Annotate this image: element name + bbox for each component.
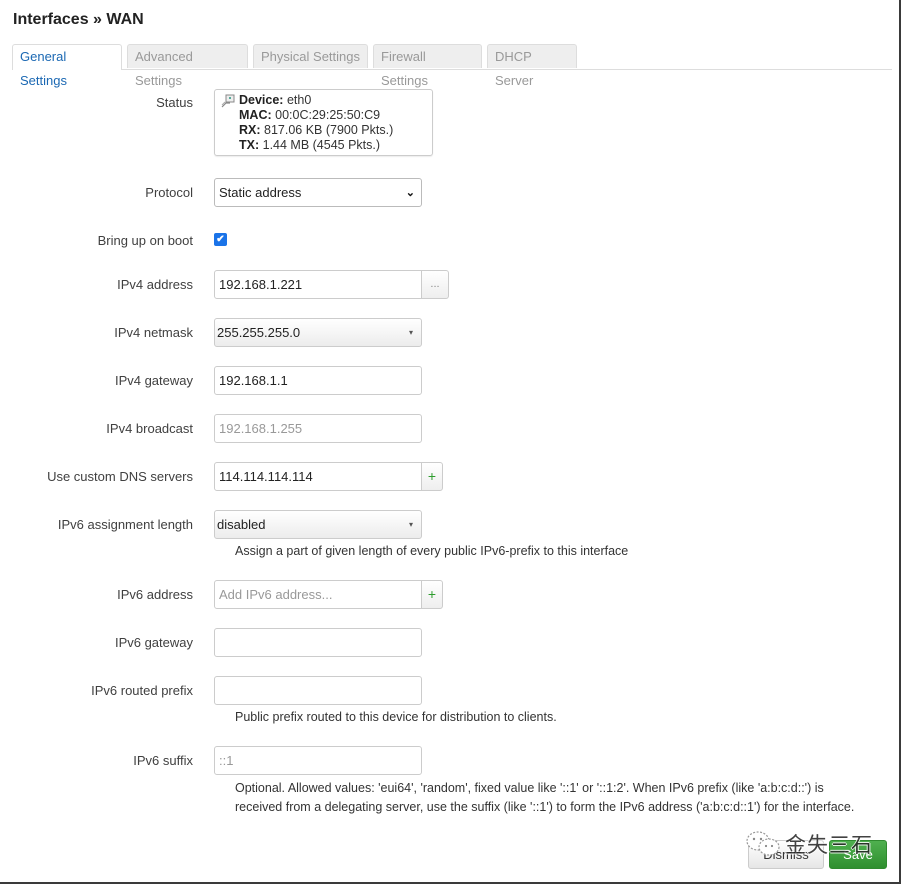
ethernet-port-icon xyxy=(221,94,235,108)
dns-servers-label: Use custom DNS servers xyxy=(47,469,193,484)
add-dns-button[interactable]: + xyxy=(421,462,443,491)
ipv6-routed-prefix-description: Public prefix routed to this device for … xyxy=(235,710,557,724)
protocol-label: Protocol xyxy=(145,185,193,200)
ipv4-address-label: IPv4 address xyxy=(117,277,193,292)
tab-advanced-settings[interactable]: Advanced Settings xyxy=(127,44,248,88)
ipv6-suffix-description-line2: received from a delegating server, use t… xyxy=(235,800,855,814)
ipv6-suffix-description-line1: Optional. Allowed values: 'eui64', 'rand… xyxy=(235,781,824,795)
ipv4-address-input[interactable]: 192.168.1.221 xyxy=(214,270,422,299)
ipv4-broadcast-input[interactable]: 192.168.1.255 xyxy=(214,414,422,443)
ipv4-address-picker-button[interactable]: ... xyxy=(421,270,449,299)
add-ipv6-address-button[interactable]: + xyxy=(421,580,443,609)
ipv6-assignment-length-label: IPv6 assignment length xyxy=(57,517,193,532)
tab-dhcp-server[interactable]: DHCP Server xyxy=(487,44,577,88)
status-tx: TX: 1.44 MB (4545 Pkts.) xyxy=(239,138,381,152)
ipv6-assignment-length-description: Assign a part of given length of every p… xyxy=(235,544,629,558)
plus-icon: + xyxy=(427,586,437,602)
ipv4-netmask-select[interactable]: 255.255.255.0 ▾ xyxy=(214,318,422,347)
tab-bar: General Settings Advanced Settings Physi… xyxy=(12,44,892,88)
ipv6-gateway-label: IPv6 gateway xyxy=(114,635,193,650)
status-box: Device: eth0 MAC: 00:0C:29:25:50:C9 RX: … xyxy=(214,89,433,156)
status-label: Status xyxy=(156,95,193,110)
ipv6-address-label: IPv6 address xyxy=(117,587,193,602)
ipv6-address-input[interactable]: Add IPv6 address... xyxy=(214,580,422,609)
tab-firewall-settings[interactable]: Firewall Settings xyxy=(373,44,482,88)
ipv6-suffix-input[interactable]: ::1 xyxy=(214,746,422,775)
bring-up-on-boot-checkbox[interactable]: ✔ xyxy=(214,233,227,246)
ipv4-netmask-label: IPv4 netmask xyxy=(114,325,193,340)
status-rx: RX: 817.06 KB (7900 Pkts.) xyxy=(239,123,394,137)
dns-server-input[interactable]: 114.114.114.114 xyxy=(214,462,422,491)
ipv4-gateway-label: IPv4 gateway xyxy=(114,373,193,388)
ipv6-routed-prefix-input[interactable] xyxy=(214,676,422,705)
ipv6-assignment-length-select[interactable]: disabled ▾ xyxy=(214,510,422,539)
dismiss-button[interactable]: Dismiss xyxy=(748,840,824,869)
page-title: Interfaces » WAN xyxy=(13,11,144,28)
dropdown-arrow-icon: ▾ xyxy=(408,328,413,337)
ipv4-gateway-input[interactable]: 192.168.1.1 xyxy=(214,366,422,395)
chevron-down-icon: ⌄ xyxy=(405,187,415,199)
dropdown-arrow-icon: ▾ xyxy=(408,520,413,529)
status-mac: MAC: 00:0C:29:25:50:C9 xyxy=(239,108,381,122)
ipv6-routed-prefix-label: IPv6 routed prefix xyxy=(91,683,193,698)
tab-physical-settings[interactable]: Physical Settings xyxy=(253,44,368,68)
ipv6-suffix-label: IPv6 suffix xyxy=(133,753,193,768)
plus-icon: + xyxy=(427,468,437,484)
protocol-select[interactable]: Static address ⌄ xyxy=(214,178,422,207)
status-device: Device: eth0 xyxy=(239,93,312,107)
ipv4-broadcast-label: IPv4 broadcast xyxy=(106,421,193,436)
bring-up-on-boot-label: Bring up on boot xyxy=(97,233,193,248)
ipv6-gateway-input[interactable] xyxy=(214,628,422,657)
tab-general-settings[interactable]: General Settings xyxy=(12,44,122,88)
save-button[interactable]: Save xyxy=(829,840,887,869)
